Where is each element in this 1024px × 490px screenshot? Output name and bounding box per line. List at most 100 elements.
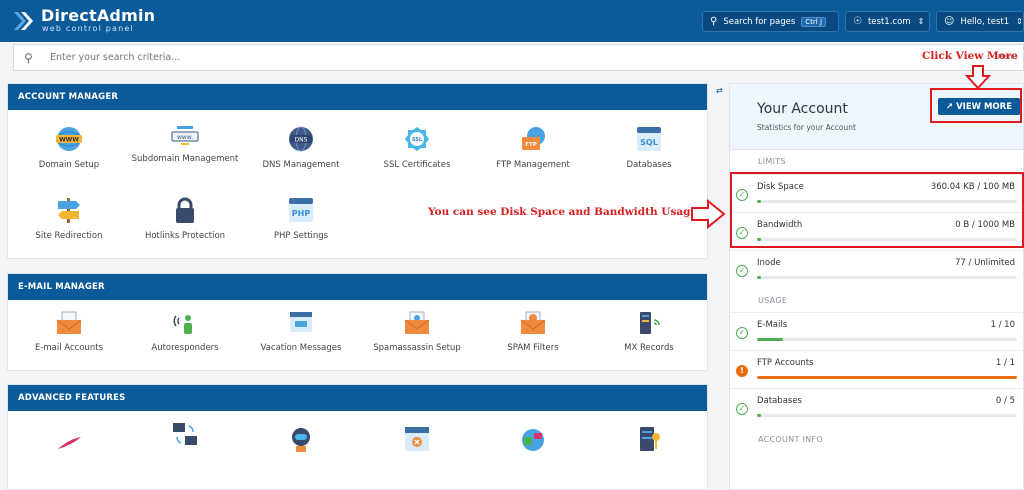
- tile-label: Databases: [626, 160, 672, 170]
- stat-name: Inode: [757, 258, 781, 268]
- advanced-features-title: ADVANCED FEATURES: [8, 385, 707, 411]
- search-input[interactable]: [50, 52, 650, 63]
- user-icon: ☺: [944, 16, 955, 27]
- spam-filters-tile[interactable]: SPAM Filters: [475, 310, 591, 355]
- envelope-gear-icon: [404, 311, 430, 334]
- svg-text:FTP: FTP: [525, 142, 537, 148]
- svg-text:SQL: SQL: [640, 138, 658, 147]
- account-manager-title: ACCOUNT MANAGER: [8, 84, 707, 110]
- advanced-feature-tile[interactable]: [127, 421, 243, 455]
- advanced-feature-tile[interactable]: [359, 425, 475, 459]
- tile-label: Hotlinks Protection: [144, 231, 226, 241]
- chat-window-icon: [290, 312, 312, 332]
- stat-progress-fill: [757, 338, 783, 341]
- tile-label: Vacation Messages: [260, 343, 342, 353]
- stat-value: 1 / 10: [990, 320, 1016, 330]
- annotation-usage-note: You can see Disk Space and Bandwidth Usa…: [428, 206, 698, 218]
- server-key-icon: [640, 427, 660, 451]
- ftp-management-tile[interactable]: FTP FTP Management: [475, 125, 591, 172]
- stat-progress-fill: [757, 414, 761, 417]
- spamassassin-setup-tile[interactable]: Spamassassin Setup: [359, 310, 475, 355]
- php-settings-tile[interactable]: PHP PHP Settings: [243, 196, 359, 243]
- tile-label: Site Redirection: [35, 231, 103, 241]
- puzzle-globe-icon: [522, 429, 544, 451]
- stat-progress-fill: [757, 276, 761, 279]
- check-circle-icon: ✓: [736, 265, 748, 277]
- collapse-toggle-icon[interactable]: ⇄: [716, 86, 723, 95]
- domain-setup-tile[interactable]: WWW Domain Setup: [11, 125, 127, 172]
- advanced-feature-tile[interactable]: [243, 425, 359, 459]
- padlock-icon: [176, 197, 194, 223]
- chevron-updown-icon: ⇕: [917, 17, 925, 26]
- tile-label: Spamassassin Setup: [373, 343, 461, 353]
- search-pages-button[interactable]: ⚲ Search for pages Ctrl J: [702, 11, 839, 32]
- dns-management-tile[interactable]: DNS DNS Management: [243, 125, 359, 172]
- stat-name: FTP Accounts: [757, 358, 814, 368]
- annotation-box-view-more: [930, 88, 1022, 123]
- your-account-title: Your Account: [757, 101, 848, 117]
- domain-selector[interactable]: ☉ test1.com ⇕: [845, 11, 930, 32]
- stat-row-emails: ✓ E-Mails 1 / 10: [730, 312, 1023, 350]
- account-info-section-label: ACCOUNT INFO: [758, 435, 823, 444]
- hotlinks-protection-tile[interactable]: Hotlinks Protection: [127, 196, 243, 243]
- signpost-icon: [58, 198, 80, 223]
- monitor-sync-icon: [173, 423, 197, 445]
- autoresponders-tile[interactable]: Autoresponders: [127, 310, 243, 355]
- mx-records-tile[interactable]: MX Records: [591, 310, 707, 355]
- ssl-certificates-tile[interactable]: SSL SSL Certificates: [359, 125, 475, 172]
- www-bar-icon: www.: [171, 126, 199, 145]
- vacation-messages-tile[interactable]: Vacation Messages: [243, 310, 359, 355]
- chevron-updown-icon: ⇕: [1016, 17, 1023, 26]
- logo-title: DirectAdmin: [41, 6, 156, 25]
- email-manager-title: E-MAIL MANAGER: [8, 274, 707, 300]
- svg-text:www.: www.: [177, 134, 193, 141]
- tile-label: Autoresponders: [151, 343, 219, 353]
- search-pages-label: Search for pages: [723, 16, 796, 27]
- server-wifi-icon: [640, 312, 660, 334]
- stat-name: Databases: [757, 396, 802, 406]
- databases-tile[interactable]: SQL Databases: [591, 125, 707, 172]
- envelope-icon: [56, 311, 82, 334]
- limits-section-label: LIMITS: [758, 157, 786, 166]
- email-manager-panel: E-MAIL MANAGER E-mail Accounts Autorespo…: [7, 273, 708, 371]
- sql-icon: SQL: [637, 127, 661, 151]
- stat-value: 1 / 1: [995, 358, 1015, 368]
- tile-label: MX Records: [624, 343, 674, 353]
- user-menu-button[interactable]: ☺ Hello, test1 ⇕: [936, 11, 1024, 32]
- tile-label: SPAM Filters: [507, 343, 559, 353]
- broadcast-person-icon: [173, 315, 192, 334]
- account-manager-panel: ACCOUNT MANAGER WWW Domain Setup www. Su…: [7, 83, 708, 259]
- annotation-down-arrow-icon: [965, 65, 991, 90]
- stat-value: 0 / 5: [995, 396, 1015, 406]
- user-greeting: Hello, test1: [960, 16, 1010, 27]
- www-globe-icon: WWW: [56, 127, 82, 151]
- window-x-icon: [405, 427, 429, 451]
- directadmin-logo[interactable]: DirectAdmin web control panel: [12, 8, 155, 33]
- stat-progress-bar: [757, 276, 1017, 279]
- stat-progress-bar: [757, 376, 1017, 379]
- search-icon: ⚲: [24, 50, 33, 65]
- advanced-feature-tile[interactable]: [475, 425, 591, 459]
- stat-name: E-Mails: [757, 320, 788, 330]
- globe-icon: ☉: [853, 16, 862, 27]
- site-redirection-tile[interactable]: Site Redirection: [11, 196, 127, 243]
- stat-progress-bar: [757, 338, 1017, 341]
- email-accounts-tile[interactable]: E-mail Accounts: [11, 310, 127, 355]
- tile-label: PHP Settings: [273, 231, 329, 241]
- tile-label: E-mail Accounts: [34, 343, 104, 353]
- logo-subtitle: web control panel: [42, 24, 134, 33]
- stat-progress-bar: [757, 414, 1017, 417]
- ssl-badge-icon: SSL: [405, 127, 429, 151]
- svg-text:WWW: WWW: [59, 137, 79, 144]
- annotation-right-arrow-icon: [691, 199, 726, 229]
- warning-circle-icon: !: [736, 365, 748, 377]
- subdomain-management-tile[interactable]: www. Subdomain Management: [127, 125, 243, 166]
- apache-feather-icon: [58, 437, 81, 449]
- annotation-box-disk-bandwidth: [730, 172, 1024, 248]
- advanced-feature-tile[interactable]: [591, 425, 707, 459]
- envelope-filter-icon: [520, 311, 546, 334]
- search-icon: ⚲: [710, 16, 718, 27]
- advanced-feature-tile[interactable]: [11, 429, 127, 461]
- dns-globe-icon: DNS: [289, 126, 313, 152]
- directadmin-chevron-icon: [14, 11, 33, 30]
